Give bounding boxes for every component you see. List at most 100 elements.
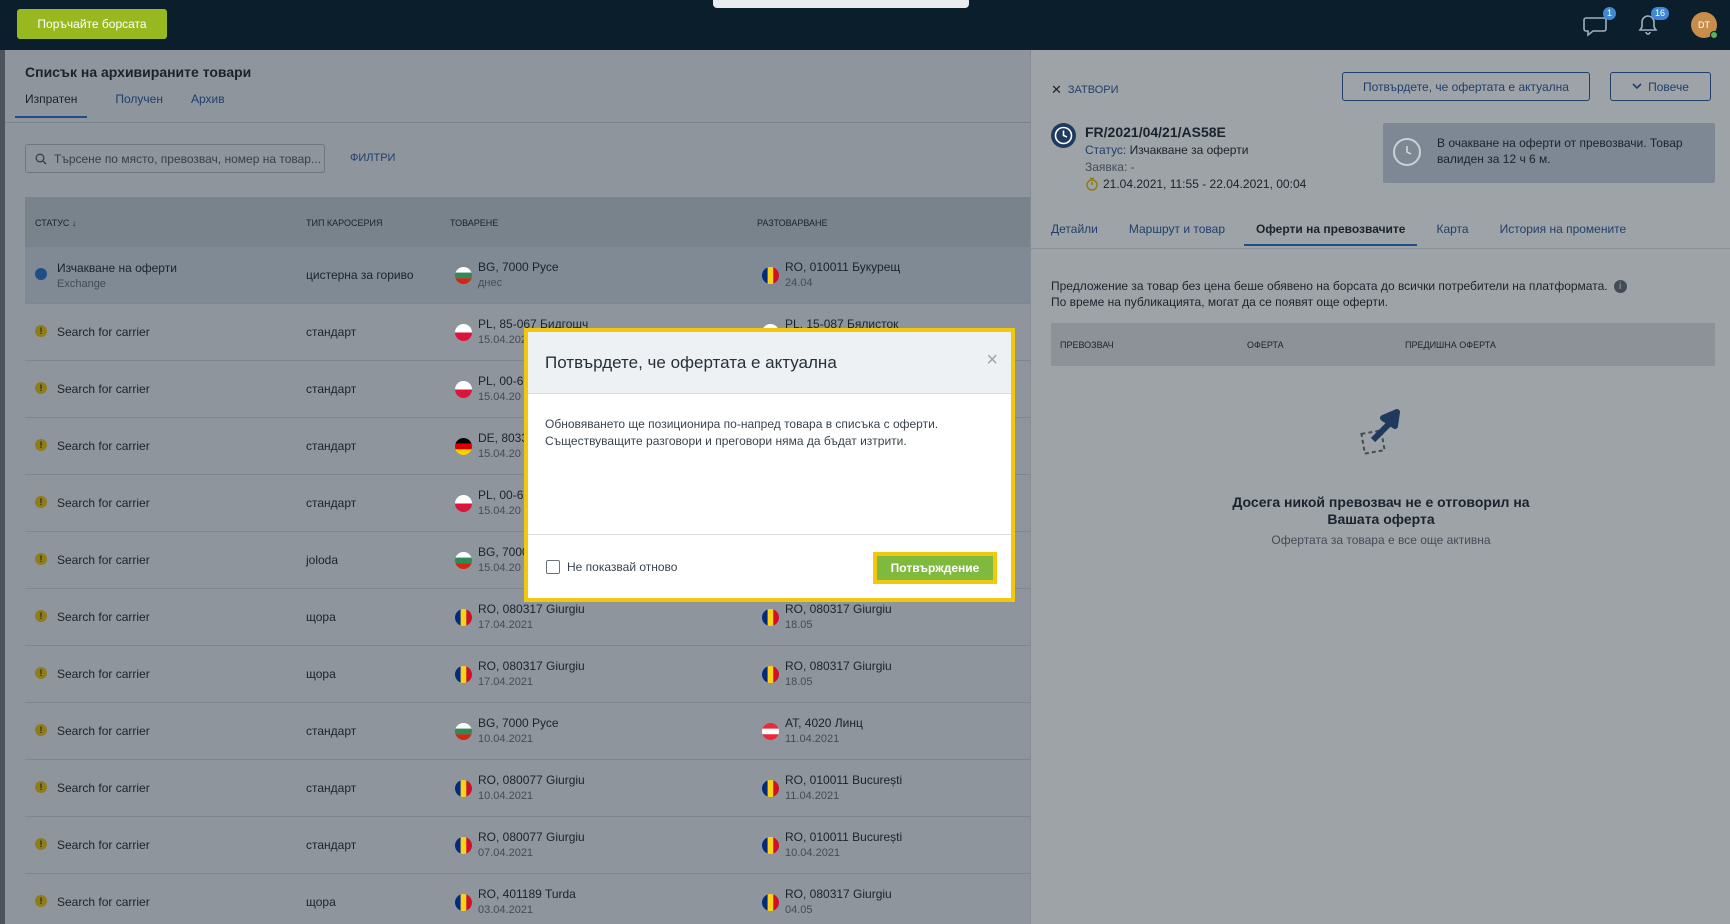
note-line-1: Предложение за товар без цена беше обяве… [1051,279,1608,293]
avatar-initials: DT [1698,20,1710,30]
filters-button[interactable]: ФИЛТРИ [350,152,395,164]
chevron-down-icon [1632,83,1642,90]
modal-title: Потвърдете, че офертата е актуална [545,353,837,372]
table-row[interactable]: ! Search for carrier стандарт BG, 7000 Русе… [25,703,1030,760]
notifications-badge: 16 [1650,7,1669,20]
table-row[interactable]: ! Search for carrier стандарт RO, 080077 Gi… [25,760,1030,817]
request-label: Заявка: - [1085,160,1135,174]
user-avatar[interactable]: DT [1691,12,1718,39]
messages-icon[interactable]: 1 [1582,7,1616,38]
loading-flag-icon [455,381,472,398]
top-search-stub[interactable] [713,0,969,8]
load-detail-panel: ✕ ЗАТВОРИ Потвърдете, че офертата е акту… [1030,50,1730,924]
loading-flag-icon [455,723,472,740]
col-carrier: ПРЕВОЗВАЧ [1060,340,1114,350]
modal-header: Потвърдете, че офертата е актуална × [528,332,1011,394]
row-loading-location: PL, 00-69 [478,374,531,388]
col-unloading: РАЗТОВАРВАНЕ [757,218,828,228]
row-unloading-location: RO, 080317 Giurgiu [785,887,892,901]
col-offer: ОФЕРТА [1247,340,1284,350]
warning-icon: ! [35,838,47,850]
close-label: ЗАТВОРИ [1067,84,1119,96]
loading-flag-icon [455,666,472,683]
row-loading-location: BG, 7000 Русе [478,260,559,274]
unloading-flag-icon [762,894,779,911]
row-loading-date: 10.04.2021 [478,733,534,745]
more-label: Повече [1648,79,1689,94]
row-body-type: стандарт [306,781,357,795]
confirm-offer-current-button[interactable]: Потвърдете, че офертата е актуална [1342,72,1590,101]
divider [528,534,1011,535]
row-unloading-location: RO, 010011 București [785,773,903,787]
info-icon[interactable]: i [1613,280,1627,294]
table-row[interactable]: ! Search for carrier щора RO, 080317 Giurgi… [25,646,1030,703]
row-loading-date: 10.04.2021 [478,790,534,802]
search-placeholder: Търсене по място, превозвач, номер на то… [54,151,321,166]
col-status[interactable]: СТАТУС ↓ [35,218,76,228]
tab-details[interactable]: Детайли [1051,222,1098,246]
warning-icon: ! [35,439,47,451]
unloading-flag-icon [762,723,779,740]
info-text: В очакване на оферти от превозвачи. Това… [1437,136,1683,166]
page-title: Списък на архивираните товари [25,64,252,80]
tab-sent[interactable]: Изпратен [15,92,88,118]
close-detail-button[interactable]: ✕ ЗАТВОРИ [1051,82,1119,98]
row-unloading-date: 10.04.2021 [785,847,841,859]
row-body-type: щора [306,895,336,909]
row-loading-date: 17.04.2021 [478,619,534,631]
load-code: FR/2021/04/21/AS58E [1085,124,1226,140]
loading-flag-icon [455,837,472,854]
order-exchange-button[interactable]: Поръчайте борсата [17,9,167,39]
row-status: Search for carrier [57,439,150,453]
dont-show-again-label[interactable]: Не показвай отново [567,560,677,574]
row-unloading-location: AT, 4020 Линц [785,716,863,730]
modal-body: Обновяването ще позиционира по-напред то… [545,416,985,450]
table-row[interactable]: Изчакване на оферти Exchange цистерна за г… [25,247,1030,304]
modal-body-line-2: Съществуващите разговори и преговори ням… [545,434,907,448]
confirm-button[interactable]: Потвърждение [873,552,997,584]
messages-badge: 1 [1602,7,1616,20]
tab-route[interactable]: Маршрут и товар [1129,222,1225,246]
tab-history[interactable]: История на промените [1500,222,1627,246]
table-row[interactable]: ! Search for carrier щора RO, 401189 Turda 0… [25,874,1030,924]
unloading-flag-icon [762,609,779,626]
warning-icon: ! [35,781,47,793]
modal-body-line-1: Обновяването ще позиционира по-напред то… [545,417,939,431]
dont-show-again-checkbox[interactable] [546,560,560,574]
more-button[interactable]: Повече [1610,72,1711,101]
row-status: Search for carrier [57,838,150,852]
clock-icon [1051,123,1076,148]
table-row[interactable]: ! Search for carrier стандарт RO, 080077 Gi… [25,817,1030,874]
top-bar: Поръчайте борсата 1 16 DT [0,0,1730,50]
dates-text: 21.04.2021, 11:55 - 22.04.2021, 00:04 [1103,177,1307,191]
row-unloading-location: RO, 010011 București [785,830,903,844]
row-body-type: стандарт [306,496,357,510]
unloading-flag-icon [762,666,779,683]
row-loading-location: RO, 401189 Turda [478,887,576,901]
row-loading-location: DE, 8033 [478,431,529,445]
tab-map[interactable]: Карта [1436,222,1468,246]
notifications-icon[interactable]: 16 [1635,7,1669,38]
row-status: Search for carrier [57,496,150,510]
row-unloading-location: RO, 080317 Giurgiu [785,602,892,616]
loading-flag-icon [455,552,472,569]
loading-flag-icon [455,495,472,512]
status-label: Статус: [1085,143,1127,157]
tab-carrier-offers[interactable]: Оферти на превозвачите [1244,222,1418,246]
search-input[interactable]: Търсене по място, превозвач, номер на то… [25,144,325,173]
tab-received[interactable]: Получен [115,92,163,118]
row-status-sub: Exchange [57,278,106,290]
row-loading-location: PL, 00-69 [478,488,531,502]
loading-flag-icon [455,267,472,284]
row-unloading-date: 11.04.2021 [785,733,840,745]
detail-tabs: Детайли Маршрут и товар Оферти на превоз… [1051,222,1626,246]
offer-note: Предложение за товар без цена беше обяве… [1051,278,1651,310]
warning-icon: ! [35,553,47,565]
modal-close-icon[interactable]: × [986,349,998,372]
unloading-flag-icon [762,267,779,284]
tab-archive[interactable]: Архив [191,92,225,118]
row-loading-location: BG, 7000 Русе [478,716,559,730]
col-loading: ТОВАРЕНЕ [450,218,499,228]
row-unloading-date: 11.04.2021 [785,790,840,802]
warning-icon: ! [35,382,47,394]
